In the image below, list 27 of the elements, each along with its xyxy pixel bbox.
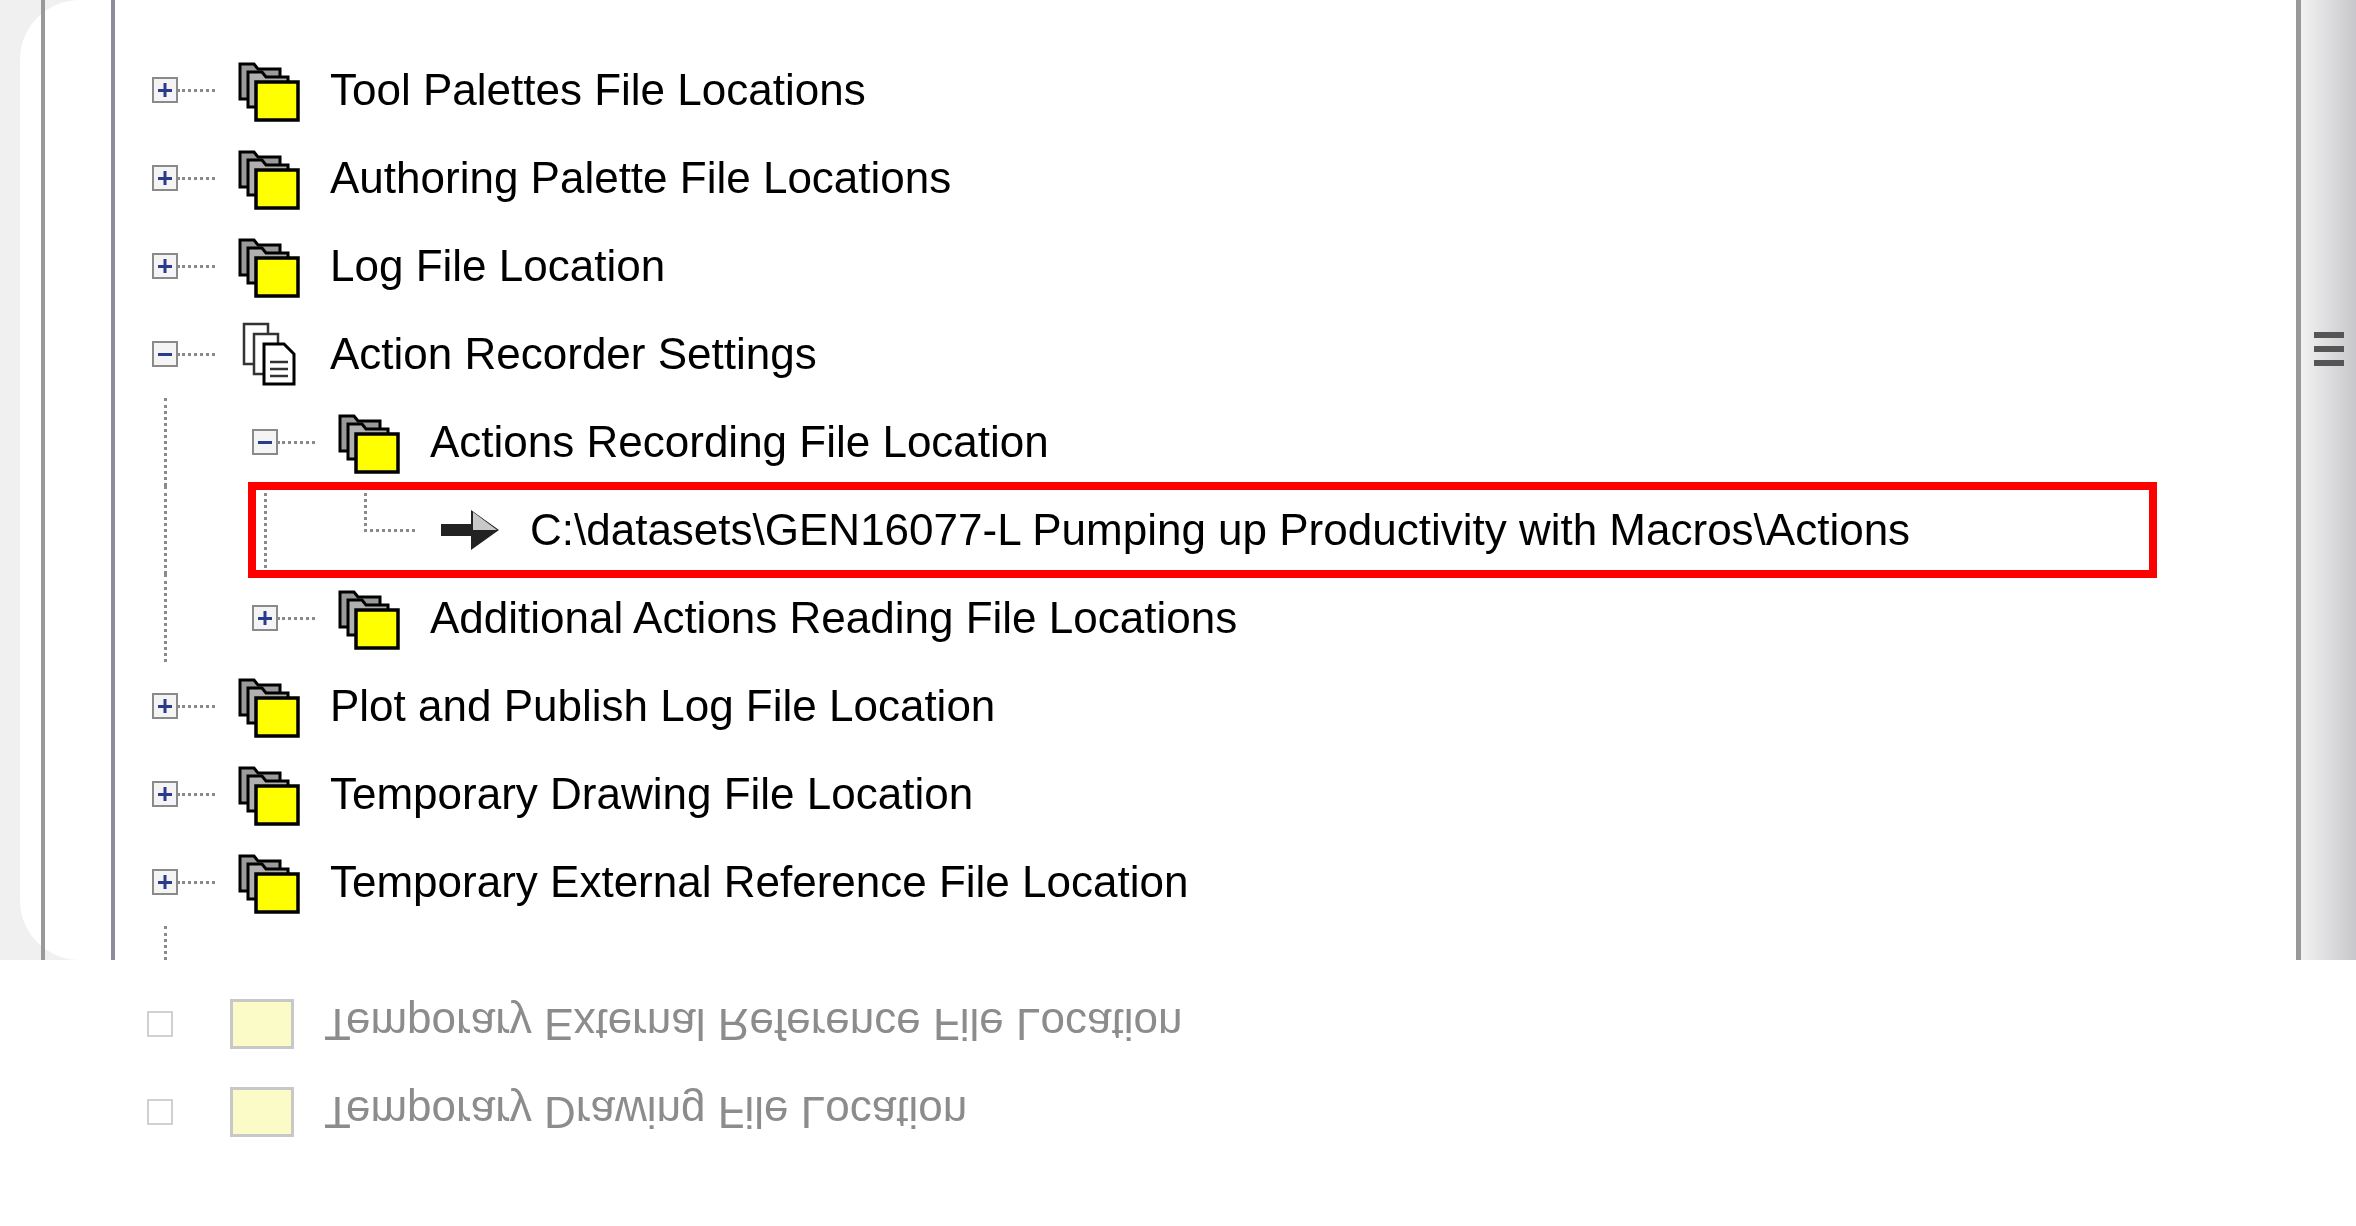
reflected-folder-icon: [230, 999, 294, 1049]
tree-item-label[interactable]: Temporary External Reference File Location: [330, 860, 1189, 904]
expand-icon[interactable]: [152, 869, 178, 895]
expand-icon[interactable]: [152, 781, 178, 807]
tree-item-label[interactable]: Additional Actions Reading File Locations: [430, 596, 1238, 640]
reflected-folder-icon: [230, 1087, 294, 1137]
tree-item-label[interactable]: C:\datasets\GEN16077-L Pumping up Productivity with Macros\Actions: [530, 508, 1911, 552]
tree-item-label[interactable]: Actions Recording File Location: [430, 420, 1049, 464]
tree-item-label[interactable]: Action Recorder Settings: [330, 332, 817, 376]
tree-item-label[interactable]: Temporary Drawing File Location: [330, 772, 974, 816]
expand-icon[interactable]: [152, 693, 178, 719]
expand-icon[interactable]: [252, 605, 278, 631]
arrow-right-icon: [439, 508, 501, 552]
reflected-expand-icon: [147, 1011, 173, 1037]
tree-item-label[interactable]: Log File Location: [330, 244, 666, 288]
tree-item-label[interactable]: Authoring Palette File Locations: [330, 156, 952, 200]
reflected-label: Temporary External Reference File Location: [324, 1002, 1183, 1046]
scrollbar[interactable]: [2296, 0, 2356, 960]
expand-icon[interactable]: [152, 253, 178, 279]
collapse-icon[interactable]: [152, 341, 178, 367]
tree-item-label[interactable]: Plot and Publish Log File Location: [330, 684, 996, 728]
tree-item-label[interactable]: Tool Palettes File Locations: [330, 68, 866, 112]
collapse-icon[interactable]: [252, 429, 278, 455]
expand-icon[interactable]: [152, 165, 178, 191]
expand-icon[interactable]: [152, 77, 178, 103]
reflected-expand-icon: [147, 1099, 173, 1125]
reflected-label: Temporary Drawing File Location: [324, 1090, 968, 1134]
